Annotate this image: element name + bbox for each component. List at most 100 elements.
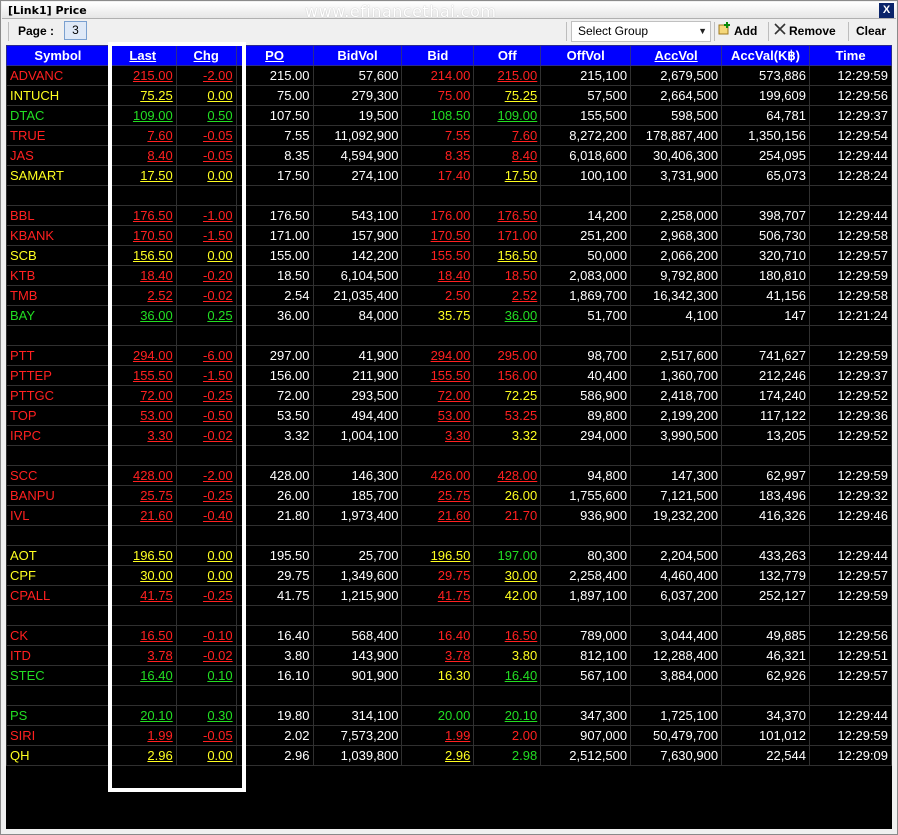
cell-bid [401,605,475,626]
table-row[interactable]: CPF 30.00 0.00 29.75 1,349,600 29.75 30.00 2,25… [6,565,892,586]
cell-off: 176.50 [473,205,542,226]
table-row[interactable]: AOT 196.50 0.00 195.50 25,700 196.50 197.00 80,… [6,545,892,566]
table-row[interactable]: IRPC 3.30 -0.02 3.32 1,004,100 3.30 3.32 294,00… [6,425,892,446]
cell-offvol: 14,200 [540,205,632,226]
table-row[interactable]: PS 20.10 0.30 19.80 314,100 20.00 20.10 347,300… [6,705,892,726]
cell-bidvol: 157,900 [312,225,403,246]
cell-po: 155.00 [235,245,314,266]
table-row[interactable]: BAY 36.00 0.25 36.00 84,000 35.75 36.00 51,700 4… [6,305,892,326]
table-row[interactable]: CPALL 41.75 -0.25 41.75 1,215,900 41.75 42.00 1… [6,585,892,606]
close-button[interactable]: X [879,3,894,18]
table-row[interactable]: TMB 2.52 -0.02 2.54 21,035,400 2.50 2.52 1,869,… [6,285,892,306]
column-header-time[interactable]: Time [809,45,892,66]
cell-off [473,525,542,546]
table-row[interactable]: STEC 16.40 0.10 16.10 901,900 16.30 16.40 567,1… [6,665,892,686]
table-row[interactable]: ADVANC 215.00 -2.00 215.00 57,600 214.00 215.0… [6,65,892,86]
table-row[interactable]: BANPU 25.75 -0.25 26.00 185,700 25.75 26.00 1,7… [6,485,892,506]
table-row[interactable]: JAS 8.40 -0.05 8.35 4,594,900 8.35 8.40 6,018,6… [6,145,892,166]
table-row[interactable]: BBL 176.50 -1.00 176.50 543,100 176.00 176.50 1… [6,205,892,226]
column-header-bid[interactable]: Bid [401,45,475,66]
cell-accval: 13,205 [721,425,810,446]
cell-symbol: IVL [6,505,110,526]
cell-bid: 16.40 [401,625,475,646]
cell-bidvol: 142,200 [312,245,403,266]
cell-po: 75.00 [235,85,314,106]
price-grid: Symbol Last Chg PO BidVol Bid Off OffVol… [6,45,892,829]
column-header-accval[interactable]: AccVal(K฿) [721,45,810,66]
cell-time: 12:29:52 [809,425,892,446]
cell-symbol: JAS [6,145,110,166]
table-row[interactable]: SCC 428.00 -2.00 428.00 146,300 426.00 428.00 9… [6,465,892,486]
remove-button[interactable]: Remove [774,22,836,41]
column-header-accvol[interactable]: AccVol [630,45,723,66]
cell-accvol: 2,258,000 [630,205,723,226]
cell-time: 12:29:37 [809,365,892,386]
table-row[interactable]: TRUE 7.60 -0.05 7.55 11,092,900 7.55 7.60 8,272… [6,125,892,146]
blank-row [6,685,892,706]
table-row[interactable]: IVL 21.60 -0.40 21.80 1,973,400 21.60 21.70 936… [6,505,892,526]
cell-bid [401,445,475,466]
cell-accvol: 7,630,900 [630,745,723,766]
column-header-chg[interactable]: Chg [175,45,237,66]
toolbar-separator [768,22,769,41]
cell-accval: 199,609 [721,85,810,106]
table-row[interactable]: SIRI 1.99 -0.05 2.02 7,573,200 1.99 2.00 907,00… [6,725,892,746]
cell-offvol [540,185,632,206]
group-select[interactable]: Select Group ▼ [571,21,711,42]
cell-bidvol: 274,100 [312,165,403,186]
cell-last: 156.50 [108,245,177,266]
table-row[interactable]: KBANK 170.50 -1.50 171.00 157,900 170.50 171.0… [6,225,892,246]
table-row[interactable]: CK 16.50 -0.10 16.40 568,400 16.40 16.50 789,00… [6,625,892,646]
cell-accval: 101,012 [721,725,810,746]
table-row[interactable]: TOP 53.00 -0.50 53.50 494,400 53.00 53.25 89,80… [6,405,892,426]
column-header-bidvol[interactable]: BidVol [312,45,403,66]
table-row[interactable]: SCB 156.50 0.00 155.00 142,200 155.50 156.50 50… [6,245,892,266]
cell-accvol: 2,664,500 [630,85,723,106]
cell-accvol [630,605,723,626]
table-row[interactable]: PTT 294.00 -6.00 297.00 41,900 294.00 295.00 98… [6,345,892,366]
cell-bid: 35.75 [401,305,475,326]
cell-time [809,525,892,546]
page-number-field[interactable]: 3 [64,21,87,40]
cell-offvol [540,605,632,626]
clear-button[interactable]: Clear [856,22,886,41]
add-button[interactable]: Add [718,22,757,41]
table-row[interactable]: SAMART 17.50 0.00 17.50 274,100 17.40 17.50 100… [6,165,892,186]
cell-accvol: 3,731,900 [630,165,723,186]
column-header-symbol[interactable]: Symbol [6,45,110,66]
toolbar-separator [8,22,9,41]
table-row[interactable]: PTTEP 155.50 -1.50 156.00 211,900 155.50 156.0… [6,365,892,386]
cell-po: 36.00 [235,305,314,326]
table-row[interactable]: PTTGC 72.00 -0.25 72.00 293,500 72.00 72.25 586… [6,385,892,406]
cell-offvol: 789,000 [540,625,632,646]
column-header-off[interactable]: Off [473,45,542,66]
cell-bid: 17.40 [401,165,475,186]
table-row[interactable]: DTAC 109.00 0.50 107.50 19,500 108.50 109.00 15… [6,105,892,126]
table-row[interactable]: KTB 18.40 -0.20 18.50 6,104,500 18.40 18.50 2,0… [6,265,892,286]
table-row[interactable]: ITD 3.78 -0.02 3.80 143,900 3.78 3.80 812,100 12… [6,645,892,666]
cell-accvol [630,325,723,346]
cell-off: 7.60 [473,125,542,146]
cell-bid: 20.00 [401,705,475,726]
cell-accval: 416,326 [721,505,810,526]
cell-bidvol: 143,900 [312,645,403,666]
cell-symbol: CK [6,625,110,646]
cell-chg: -0.02 [175,425,237,446]
cell-accvol: 2,679,500 [630,65,723,86]
table-row[interactable]: QH 2.96 0.00 2.96 1,039,800 2.96 2.98 2,512,500… [6,745,892,766]
cell-last: 36.00 [108,305,177,326]
column-header-offvol[interactable]: OffVol [540,45,632,66]
table-row[interactable]: INTUCH 75.25 0.00 75.00 279,300 75.00 75.25 57,… [6,85,892,106]
cell-bid: 3.78 [401,645,475,666]
toolbar: Page : 3 Select Group ▼ Add Remove Clear [2,19,896,44]
cell-time: 12:29:57 [809,245,892,266]
cell-symbol: KTB [6,265,110,286]
cell-bidvol: 1,973,400 [312,505,403,526]
cell-symbol: SCB [6,245,110,266]
column-header-last[interactable]: Last [108,45,177,66]
cell-time: 12:29:58 [809,225,892,246]
cell-last: 428.00 [108,465,177,486]
cell-offvol: 251,200 [540,225,632,246]
column-header-po[interactable]: PO [235,45,314,66]
cell-symbol [6,525,110,546]
